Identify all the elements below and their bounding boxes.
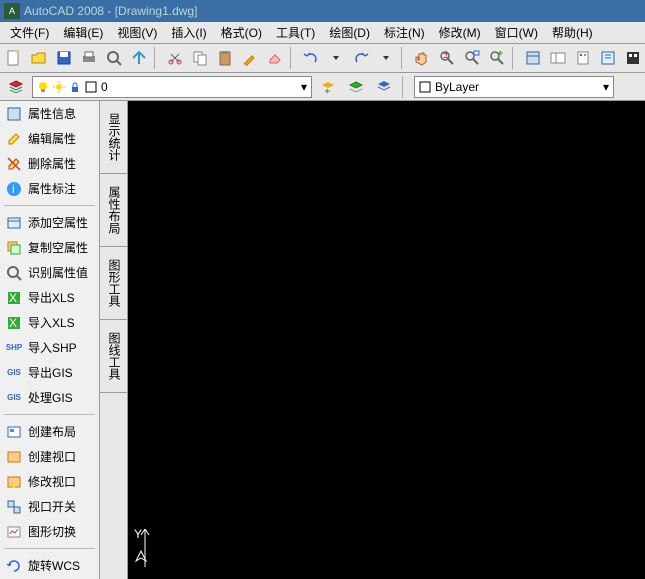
side-create-layout[interactable]: 创建布局 (0, 419, 99, 444)
layer-prev-icon[interactable] (316, 75, 340, 99)
vtab-attr-layout[interactable]: 属性布局 (100, 174, 127, 247)
side-import-xls[interactable]: X导入XLS (0, 310, 99, 335)
side-attr-info[interactable]: 属性信息 (0, 101, 99, 126)
save-icon[interactable] (52, 46, 76, 70)
new-icon[interactable] (2, 46, 26, 70)
color-combo[interactable]: ByLayer ▾ (414, 76, 614, 98)
vertical-tabstrip: 显示统计 属性布局 图形工具 图线工具 (100, 101, 128, 579)
menu-edit[interactable]: 编辑(E) (57, 22, 109, 43)
layer-cur-icon[interactable] (344, 75, 368, 99)
side-import-shp[interactable]: SHP导入SHP (0, 335, 99, 360)
copy-icon[interactable] (188, 46, 212, 70)
ssm-icon[interactable] (596, 46, 620, 70)
side-copy-empty[interactable]: 复制空属性 (0, 235, 99, 260)
open-icon[interactable] (27, 46, 51, 70)
lock-icon (69, 81, 81, 93)
menu-draw[interactable]: 绘图(D) (323, 22, 376, 43)
sun-icon (53, 81, 65, 93)
menu-format[interactable]: 格式(O) (215, 22, 268, 43)
svg-text:X: X (9, 316, 17, 330)
zoom-rt-icon[interactable]: ± (435, 46, 459, 70)
side-modify-vp[interactable]: 修改视口 (0, 469, 99, 494)
side-add-empty[interactable]: 添加空属性 (0, 210, 99, 235)
side-edit-attr[interactable]: 编辑属性 (0, 126, 99, 151)
side-attr-label[interactable]: i属性标注 (0, 176, 99, 201)
side-del-attr[interactable]: 删除属性 (0, 151, 99, 176)
undo-icon[interactable] (299, 46, 323, 70)
tpalette-icon[interactable] (571, 46, 595, 70)
menu-view[interactable]: 视图(V) (111, 22, 163, 43)
side-vp-switch[interactable]: 视口开关 (0, 494, 99, 519)
layer-states-icon[interactable] (372, 75, 396, 99)
title-bar: A AutoCAD 2008 - [Drawing1.dwg] (0, 0, 645, 22)
bulb-icon (37, 81, 49, 93)
menu-help[interactable]: 帮助(H) (546, 22, 599, 43)
dropdown-icon: ▾ (603, 80, 609, 94)
menu-window[interactable]: 窗口(W) (489, 22, 544, 43)
dcenter-icon[interactable] (546, 46, 570, 70)
vtab-line-tools[interactable]: 图线工具 (100, 320, 127, 393)
side-rotate-wcs[interactable]: 旋转WCS (0, 553, 99, 578)
preview-icon[interactable] (102, 46, 126, 70)
menu-file[interactable]: 文件(F) (4, 22, 55, 43)
svg-text:X: X (9, 291, 17, 305)
zoom-win-icon[interactable] (460, 46, 484, 70)
layer-combo[interactable]: 0 ▾ (32, 76, 312, 98)
bylayer-label: ByLayer (435, 80, 479, 94)
publish-icon[interactable] (127, 46, 151, 70)
menu-dimension[interactable]: 标注(N) (378, 22, 431, 43)
main-area: 属性信息 编辑属性 删除属性 i属性标注 添加空属性 复制空属性 识别属性值 X… (0, 101, 645, 579)
layer-name: 0 (101, 80, 108, 94)
redo-dd-icon[interactable] (374, 46, 398, 70)
layer-toolbar: 0 ▾ ByLayer ▾ (0, 73, 645, 101)
properties-icon[interactable] (521, 46, 545, 70)
menu-tools[interactable]: 工具(T) (270, 22, 321, 43)
layer-mgr-icon[interactable] (4, 75, 28, 99)
markup-icon[interactable] (621, 46, 645, 70)
side-panel: 属性信息 编辑属性 删除属性 i属性标注 添加空属性 复制空属性 识别属性值 X… (0, 101, 100, 579)
cut-icon[interactable] (163, 46, 187, 70)
svg-text:i: i (12, 182, 15, 196)
erase-icon[interactable] (263, 46, 287, 70)
menu-modify[interactable]: 修改(M) (433, 22, 487, 43)
side-graph-switch[interactable]: 图形切换 (0, 519, 99, 544)
undo-dd-icon[interactable] (324, 46, 348, 70)
menu-bar: 文件(F) 编辑(E) 视图(V) 插入(I) 格式(O) 工具(T) 绘图(D… (0, 22, 645, 44)
zoom-prev-icon[interactable] (485, 46, 509, 70)
app-title: AutoCAD 2008 - [Drawing1.dwg] (24, 4, 197, 18)
side-detect-attr[interactable]: 识别属性值 (0, 260, 99, 285)
side-create-vp[interactable]: 创建视口 (0, 444, 99, 469)
color-swatch (85, 81, 97, 93)
toolbar-area: ± ? (0, 44, 645, 73)
side-export-gis[interactable]: GIS导出GIS (0, 360, 99, 385)
print-icon[interactable] (77, 46, 101, 70)
drawing-canvas[interactable]: Y (128, 101, 645, 579)
ucs-icon: Y (138, 529, 158, 569)
paste-icon[interactable] (213, 46, 237, 70)
vtab-stats[interactable]: 显示统计 (100, 101, 127, 174)
color-box-icon (419, 81, 431, 93)
redo-icon[interactable] (349, 46, 373, 70)
side-process-gis[interactable]: GIS处理GIS (0, 385, 99, 410)
match-icon[interactable] (238, 46, 262, 70)
menu-insert[interactable]: 插入(I) (165, 22, 212, 43)
pan-icon[interactable] (410, 46, 434, 70)
side-export-xls[interactable]: X导出XLS (0, 285, 99, 310)
app-icon: A (4, 3, 20, 19)
dropdown-icon: ▾ (301, 80, 307, 94)
svg-text:±: ± (443, 50, 450, 61)
vtab-graph-tools[interactable]: 图形工具 (100, 247, 127, 320)
